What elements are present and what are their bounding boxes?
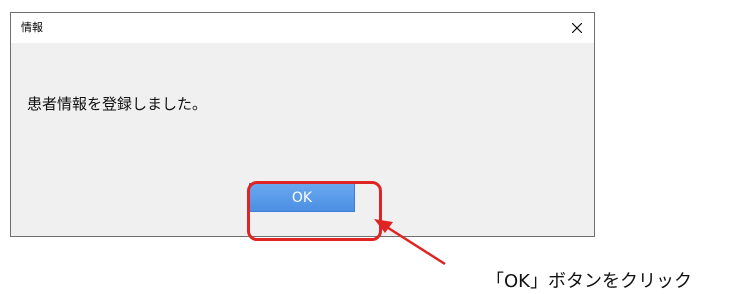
close-icon (572, 23, 582, 33)
close-button[interactable] (560, 13, 594, 43)
dialog-titlebar: 情報 (11, 13, 594, 43)
dialog-title: 情報 (21, 21, 43, 34)
info-dialog: 情報 患者情報を登録しました。 OK (10, 12, 595, 241)
ok-button[interactable]: OK (249, 183, 355, 212)
instruction-caption: 「OK」ボタンをクリック (486, 271, 692, 292)
dialog-message: 患者情報を登録しました。 (27, 95, 208, 113)
